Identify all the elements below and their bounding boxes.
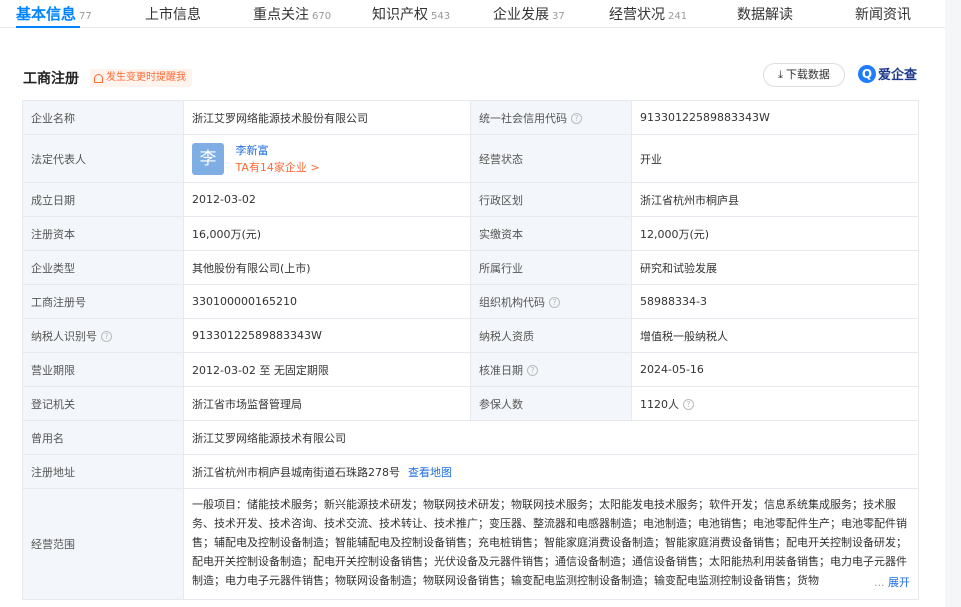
tab-intellectual-property[interactable]: 知识产权 543 [372,4,450,24]
label-company-type: 企业类型 [22,250,184,285]
brand-icon: Q [858,64,876,83]
help-icon[interactable]: ? [101,331,112,342]
label-authority: 登记机关 [22,386,184,421]
nav-tabs: 基本信息 77 上市信息 重点关注 670 知识产权 543 企业发展 37 经营状况 2… [0,0,945,28]
table-row: 经营范围 一般项目：储能技术服务；新兴能源技术研发；物联网技术研发；物联网技术服… [22,488,919,600]
value-address: 浙江省杭州市桐庐县城南街道石珠路278号 查看地图 [183,454,919,489]
label-term: 营业期限 [22,352,184,387]
table-row: 成立日期 2012-03-02 行政区划 浙江省杭州市桐庐县 [22,182,919,217]
tab-listing-info[interactable]: 上市信息 [145,4,201,24]
value-former-name: 浙江艾罗网络能源技术有限公司 [183,420,919,455]
active-tab-indicator [16,26,80,28]
label-approval-date: 核准日期? [470,352,632,387]
tab-basic-info[interactable]: 基本信息 77 [16,3,92,24]
label-tax-id: 纳税人识别号? [22,318,184,353]
label-paid-capital: 实缴资本 [470,216,632,251]
help-icon[interactable]: ? [527,365,538,376]
label-legal-rep: 法定代表人 [22,134,184,183]
label-status: 经营状态 [470,134,632,183]
label-established: 成立日期 [22,182,184,217]
value-tax-id: 91330122589883343W [183,318,471,353]
value-region: 浙江省杭州市桐庐县 [631,182,919,217]
label-address: 注册地址 [22,454,184,489]
table-row: 营业期限 2012-03-02 至 无固定期限 核准日期? 2024-05-16 [22,352,919,387]
label-taxpayer-type: 纳税人资质 [470,318,632,353]
tab-development[interactable]: 企业发展 37 [493,4,565,24]
bell-icon [94,73,103,83]
business-registration-table: 企业名称 浙江艾罗网络能源技术股份有限公司 统一社会信用代码? 91330122… [22,100,919,600]
legal-rep-companies-link[interactable]: TA有14家企业 > [236,161,320,174]
label-credit-code: 统一社会信用代码? [470,100,632,135]
value-reg-capital: 16,000万(元) [183,216,471,251]
table-row: 注册地址 浙江省杭州市桐庐县城南街道石珠路278号 查看地图 [22,454,919,489]
download-icon: ⤓ [778,68,783,81]
value-insured: 1120人? [631,386,919,421]
tab-key-focus[interactable]: 重点关注 670 [253,4,331,24]
value-taxpayer-type: 增值税一般纳税人 [631,318,919,353]
value-established: 2012-03-02 [183,182,471,217]
change-alert-button[interactable]: 发生变更时提醒我 [90,69,192,87]
table-row: 企业名称 浙江艾罗网络能源技术股份有限公司 统一社会信用代码? 91330122… [22,100,919,135]
table-row: 曾用名 浙江艾罗网络能源技术有限公司 [22,420,919,455]
table-row: 工商注册号 330100000165210 组织机构代码? 58988334-3 [22,284,919,319]
value-industry: 研究和试验发展 [631,250,919,285]
table-row: 登记机关 浙江省市场监督管理局 参保人数 1120人? [22,386,919,421]
table-row: 纳税人识别号? 91330122589883343W 纳税人资质 增值税一般纳税… [22,318,919,353]
value-org-code: 58988334-3 [631,284,919,319]
value-scope: 一般项目：储能技术服务；新兴能源技术研发；物联网技术研发；物联网技术服务；太阳能… [183,488,919,600]
tab-news[interactable]: 新闻资讯 [855,4,911,24]
legal-rep-name-link[interactable]: 李新富 [236,144,269,157]
label-company-name: 企业名称 [22,100,184,135]
help-icon[interactable]: ? [571,113,582,124]
table-row: 注册资本 16,000万(元) 实缴资本 12,000万(元) [22,216,919,251]
label-insured: 参保人数 [470,386,632,421]
value-term: 2012-03-02 至 无固定期限 [183,352,471,387]
tab-operation-status[interactable]: 经营状况 241 [609,4,687,24]
value-status: 开业 [631,134,919,183]
section-title: 工商注册 [23,71,79,87]
help-icon[interactable]: ? [549,297,560,308]
label-industry: 所属行业 [470,250,632,285]
value-company-name: 浙江艾罗网络能源技术股份有限公司 [183,100,471,135]
table-row: 法定代表人 李 李新富 TA有14家企业 > 经营状态 开业 [22,134,919,183]
value-credit-code: 91330122589883343W [631,100,919,135]
value-reg-number: 330100000165210 [183,284,471,319]
label-scope: 经营范围 [22,488,184,600]
label-former-name: 曾用名 [22,420,184,455]
help-icon[interactable]: ? [683,399,694,410]
expand-button[interactable]: 展开 [888,576,910,589]
value-company-type: 其他股份有限公司(上市) [183,250,471,285]
label-region: 行政区划 [470,182,632,217]
value-authority: 浙江省市场监督管理局 [183,386,471,421]
tab-data-interpretation[interactable]: 数据解读 [737,4,793,24]
label-reg-number: 工商注册号 [22,284,184,319]
download-data-button[interactable]: ⤓ 下载数据 [763,63,845,87]
label-org-code: 组织机构代码? [470,284,632,319]
avatar[interactable]: 李 [192,142,224,175]
scroll-gutter [945,0,961,607]
view-map-link[interactable]: 查看地图 [408,466,452,479]
table-row: 企业类型 其他股份有限公司(上市) 所属行业 研究和试验发展 [22,250,919,285]
brand-logo: Q 爱企查 [858,64,917,83]
label-reg-capital: 注册资本 [22,216,184,251]
value-legal-rep: 李 李新富 TA有14家企业 > [183,134,471,183]
value-approval-date: 2024-05-16 [631,352,919,387]
value-paid-capital: 12,000万(元) [631,216,919,251]
